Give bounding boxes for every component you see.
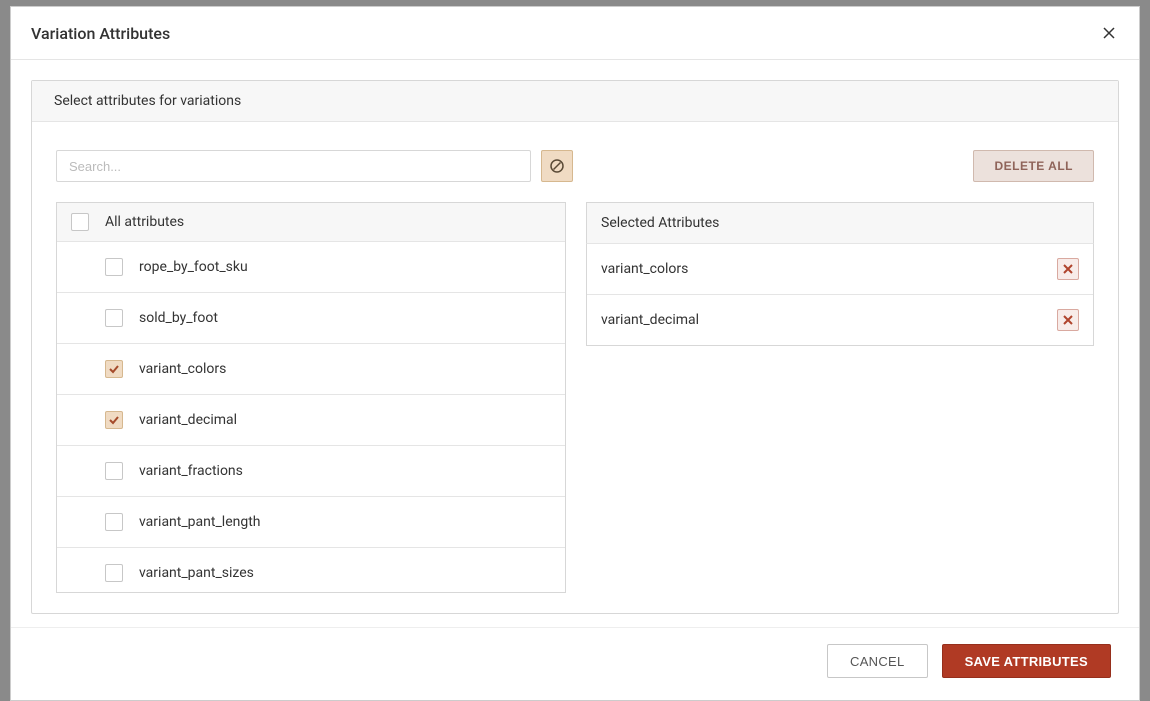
select-all-checkbox[interactable]: [71, 213, 89, 231]
attribute-checkbox[interactable]: [105, 411, 123, 429]
attribute-label: rope_by_foot_sku: [139, 259, 248, 275]
attribute-label: variant_colors: [139, 361, 226, 377]
selected-attributes-label: Selected Attributes: [601, 215, 719, 231]
attribute-checkbox[interactable]: [105, 513, 123, 531]
remove-selected-button[interactable]: [1057, 258, 1079, 280]
selected-label: variant_colors: [601, 261, 688, 277]
selected-attributes-list: variant_colors variant_decimal: [586, 244, 1094, 346]
attribute-row[interactable]: rope_by_foot_sku: [57, 242, 565, 293]
attribute-label: variant_pant_length: [139, 514, 261, 530]
variation-attributes-modal: Variation Attributes Select attributes f…: [10, 6, 1140, 701]
all-attributes-header: All attributes: [57, 203, 565, 242]
clear-search-button[interactable]: [541, 150, 573, 182]
delete-all-button[interactable]: DELETE ALL: [973, 150, 1094, 182]
modal-body: Select attributes for variations DELETE …: [11, 60, 1139, 627]
attribute-label: variant_decimal: [139, 412, 237, 428]
modal-header: Variation Attributes: [11, 7, 1139, 60]
attribute-checkbox[interactable]: [105, 360, 123, 378]
search-input[interactable]: [56, 150, 531, 182]
x-icon: [1063, 264, 1073, 274]
attribute-label: variant_fractions: [139, 463, 243, 479]
panel-subheader: Select attributes for variations: [32, 81, 1118, 122]
all-attributes-column: All attributes rope_by_foot_sku sold_by_f…: [56, 202, 566, 593]
save-attributes-button[interactable]: SAVE ATTRIBUTES: [942, 644, 1111, 678]
attribute-checkbox[interactable]: [105, 309, 123, 327]
remove-selected-button[interactable]: [1057, 309, 1079, 331]
attributes-panel: Select attributes for variations DELETE …: [31, 80, 1119, 614]
close-button[interactable]: [1099, 23, 1119, 43]
cancel-button[interactable]: CANCEL: [827, 644, 928, 678]
toolbar-left: [56, 150, 573, 182]
attribute-row[interactable]: variant_fractions: [57, 446, 565, 497]
selected-row: variant_decimal: [587, 295, 1093, 345]
x-icon: [1063, 315, 1073, 325]
toolbar: DELETE ALL: [56, 150, 1094, 182]
selected-row: variant_colors: [587, 244, 1093, 295]
attribute-row[interactable]: sold_by_foot: [57, 293, 565, 344]
all-attributes-label: All attributes: [105, 214, 184, 230]
attribute-row[interactable]: variant_pant_sizes: [57, 548, 565, 592]
attribute-checkbox[interactable]: [105, 258, 123, 276]
attribute-label: sold_by_foot: [139, 310, 218, 326]
attribute-checkbox[interactable]: [105, 564, 123, 582]
selected-attributes-header: Selected Attributes: [586, 202, 1094, 244]
attribute-row[interactable]: variant_colors: [57, 344, 565, 395]
selected-label: variant_decimal: [601, 312, 699, 328]
cancel-circle-icon: [549, 158, 565, 174]
attribute-row[interactable]: variant_pant_length: [57, 497, 565, 548]
columns: All attributes rope_by_foot_sku sold_by_f…: [56, 202, 1094, 593]
close-icon: [1101, 25, 1117, 41]
selected-attributes-column: Selected Attributes variant_colorsvarian…: [586, 202, 1094, 593]
all-attributes-list[interactable]: rope_by_foot_sku sold_by_foot variant_colo…: [57, 242, 565, 592]
modal-footer: CANCEL SAVE ATTRIBUTES: [11, 627, 1139, 700]
attribute-checkbox[interactable]: [105, 462, 123, 480]
modal-title: Variation Attributes: [31, 24, 170, 43]
attribute-label: variant_pant_sizes: [139, 565, 254, 581]
attribute-row[interactable]: variant_decimal: [57, 395, 565, 446]
panel-content: DELETE ALL All attributes rope_by_foot_s…: [32, 122, 1118, 613]
